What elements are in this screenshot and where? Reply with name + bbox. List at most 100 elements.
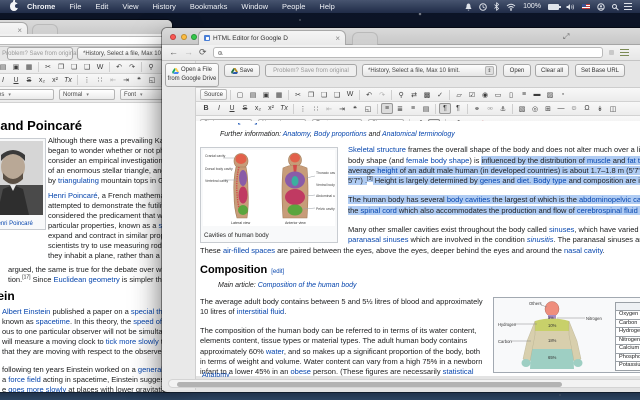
tab-close-icon[interactable]: × [335,34,340,43]
preview-icon[interactable]: ▤ [247,89,259,100]
image-icon[interactable]: ▧ [516,103,528,114]
unlink-icon[interactable]: ⚮ [484,103,496,114]
find-icon[interactable]: ⚲ [145,62,157,73]
templates-icon[interactable]: ▦ [23,62,35,73]
notification-center-icon[interactable] [624,2,632,11]
subscript-icon[interactable]: x₂ [252,103,264,114]
wifi-icon[interactable] [506,3,516,11]
blockquote-icon[interactable]: ❝ [349,103,361,114]
select-field-icon[interactable]: ≡ [518,89,530,100]
editor-content[interactable]: Structure [edit] Further information: An… [196,121,640,376]
page-break-icon[interactable]: ↡ [594,103,606,114]
omnibox[interactable] [212,47,603,58]
paste-text-icon[interactable]: ❑ [331,89,343,100]
menu-bookmarks[interactable]: Bookmarks [183,0,235,13]
paste-icon[interactable]: ❏ [318,89,330,100]
clear-all-button[interactable]: Clear all [535,64,569,77]
div-container-icon[interactable]: ◱ [146,75,158,86]
print-icon[interactable]: ▣ [260,89,272,100]
div-container-icon[interactable]: ◱ [362,103,374,114]
close-window-button[interactable] [170,33,176,40]
iframe-icon[interactable]: ◫ [607,103,619,114]
menu-view[interactable]: View [115,0,145,13]
paste-word-icon[interactable]: W [94,62,106,73]
bg-problem-save-button[interactable]: Problem? Save from original [2,47,78,60]
undo-icon[interactable]: ↶ [113,62,125,73]
outdent-icon[interactable]: ⇤ [323,103,335,114]
replace-icon[interactable]: ⇄ [408,89,420,100]
paste-icon[interactable]: ❏ [68,62,80,73]
menu-edit[interactable]: Edit [88,0,115,13]
table-icon[interactable]: ⊞ [542,103,554,114]
history-file-select[interactable]: *History, Select a file, Max 10 limit. ⇕ [362,64,497,77]
reload-icon[interactable]: ⟳ [199,48,207,57]
bluetooth-icon[interactable] [494,2,500,11]
textarea-icon[interactable]: ▯ [505,89,517,100]
button-field-icon[interactable]: ▬ [531,89,543,100]
foreground-browser-window[interactable]: HTML Editor for Google D × ⤢ ← → ⟳ Open … [162,28,640,392]
spotlight-icon[interactable] [612,4,617,9]
align-right-icon[interactable]: ≡ [407,103,419,114]
bg-omnibox[interactable] [0,35,165,45]
bidi-ltr-icon[interactable]: ¶ [439,103,451,114]
fullscreen-icon[interactable]: ⤢ [563,32,569,42]
radio-icon[interactable]: ◉ [479,89,491,100]
bullet-list-icon[interactable]: ∷ [94,75,106,86]
blockquote-icon[interactable]: ❝ [133,75,145,86]
strike-icon[interactable]: S [239,103,251,114]
undo-icon[interactable]: ↶ [363,89,375,100]
bookmark-icon[interactable] [608,50,614,55]
print-icon[interactable]: ▣ [10,62,22,73]
background-browser-window[interactable]: HTML Editor for Google Dri × Problem? Sa… [0,20,172,392]
bidi-rtl-icon[interactable]: ¶ [452,103,464,114]
bullet-list-icon[interactable]: ∷ [310,103,322,114]
remove-format-icon[interactable]: Tx [278,103,290,114]
link-icon[interactable]: ⚭ [471,103,483,114]
menu-chrome[interactable]: Chrome [20,0,62,13]
back-icon[interactable]: ← [169,48,178,57]
align-center-icon[interactable]: ≣ [394,103,406,114]
superscript-icon[interactable]: x² [265,103,277,114]
paste-text-icon[interactable]: ❑ [81,62,93,73]
remove-format-icon[interactable]: Tx [62,75,74,86]
horizontal-scrollbar[interactable] [168,379,640,388]
fg-tab[interactable]: HTML Editor for Google D × [198,30,346,45]
bg-history-select[interactable]: *History, Select a file, Max 10 limit. [77,47,167,60]
special-char-icon[interactable]: Ω [581,103,593,114]
menu-file[interactable]: File [62,0,88,13]
numbered-list-icon[interactable]: ⋮ [81,75,93,86]
new-page-icon[interactable]: ▢ [234,89,246,100]
zoom-window-button[interactable] [191,33,197,40]
hidden-field-icon[interactable]: ▫ [557,89,569,100]
forward-icon[interactable]: → [184,48,193,57]
copy-icon[interactable]: ❐ [55,62,67,73]
underline-icon[interactable]: U [226,103,238,114]
source-button[interactable]: Source [200,89,228,100]
subscript-icon[interactable]: x₂ [36,75,48,86]
input-language-flag-icon[interactable] [582,4,590,9]
save-button[interactable]: Save [224,64,260,77]
set-base-url-button[interactable]: Set Base URL [575,64,625,77]
checkbox-icon[interactable]: ☑ [466,89,478,100]
preview-icon[interactable]: ▤ [0,62,9,73]
spellcheck-icon[interactable]: ✓ [434,89,446,100]
scrollbar-thumb[interactable] [177,381,562,387]
edit-link[interactable]: [edit] [271,269,284,275]
outdent-icon[interactable]: ⇤ [107,75,119,86]
text-field-icon[interactable]: ▭ [492,89,504,100]
volume-icon[interactable] [566,3,575,11]
menu-window[interactable]: Window [234,0,275,13]
justify-icon[interactable]: ▤ [420,103,432,114]
menu-help[interactable]: Help [312,0,341,13]
user-menu-icon[interactable] [597,2,605,11]
battery-icon[interactable] [548,3,561,10]
redo-icon[interactable]: ↷ [126,62,138,73]
indent-icon[interactable]: ⇥ [120,75,132,86]
menu-history[interactable]: History [146,0,183,13]
open-file-drive-button[interactable]: Open a File from Google Drive [165,63,219,87]
italic-icon[interactable]: I [213,103,225,114]
clipped-link[interactable]: Anatomy [202,372,230,377]
fg-new-tab-button[interactable] [352,32,378,45]
menu-people[interactable]: People [275,0,312,13]
apple-icon[interactable] [10,0,19,11]
